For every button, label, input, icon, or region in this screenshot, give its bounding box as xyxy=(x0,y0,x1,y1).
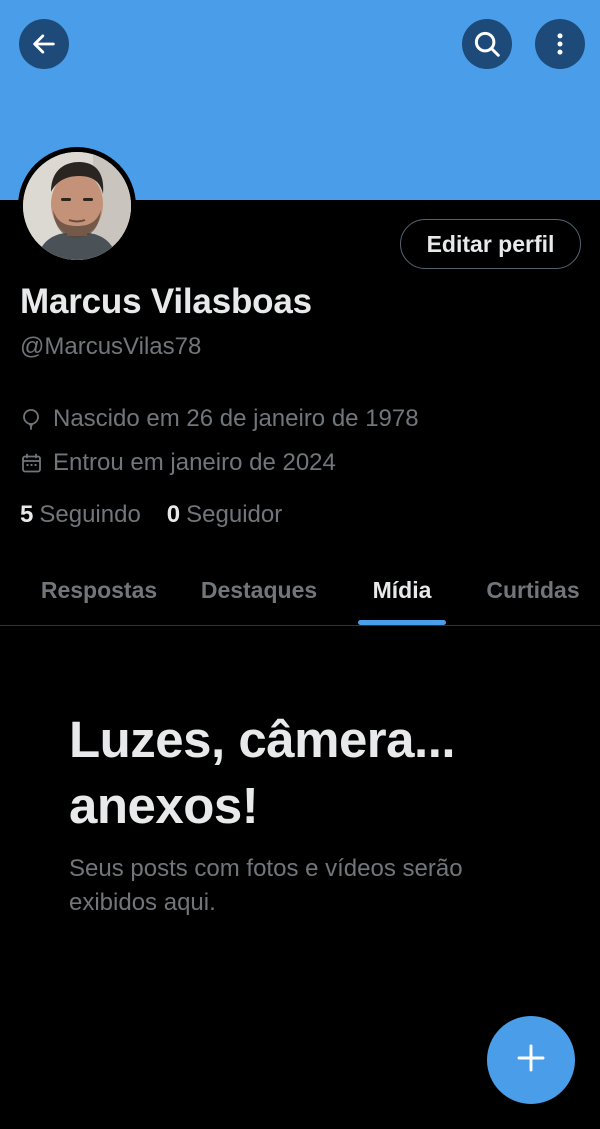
following-link[interactable]: 5 Seguindo xyxy=(20,501,141,529)
compose-post-button[interactable] xyxy=(487,1016,575,1104)
display-name: Marcus Vilasboas xyxy=(20,282,312,321)
tab-label: Destaques xyxy=(200,577,318,603)
avatar-image xyxy=(23,152,131,260)
edit-profile-button[interactable]: Editar perfil xyxy=(400,219,581,269)
empty-state-title: Luzes, câmera... anexos! xyxy=(69,711,456,834)
tab-label: Curtidas xyxy=(486,577,580,603)
following-count: 5 xyxy=(20,501,34,528)
follow-stats: 5 Seguindo 0 Seguidor xyxy=(20,501,282,529)
birth-date-text: Nascido em 26 de janeiro de 1978 xyxy=(53,405,419,432)
followers-count: 0 xyxy=(166,501,181,528)
birth-date-row: Nascido em 26 de janeiro de 1978 xyxy=(20,405,419,433)
more-options-button[interactable] xyxy=(535,19,585,69)
back-button[interactable] xyxy=(19,19,69,69)
arrow-left-icon xyxy=(30,30,58,58)
followers-link[interactable]: 0 Seguidor xyxy=(167,501,282,529)
tab-label: Mídia xyxy=(372,577,432,603)
calendar-icon xyxy=(20,452,42,474)
tab-respostas[interactable]: Respostas xyxy=(30,556,168,625)
tab-label: Respostas xyxy=(40,577,158,603)
active-tab-indicator xyxy=(358,620,446,625)
empty-state-subtitle: Seus posts com fotos e vídeos serão exib… xyxy=(69,855,463,916)
search-icon xyxy=(472,29,502,59)
avatar[interactable] xyxy=(18,147,136,265)
tab-curtidas[interactable]: Curtidas xyxy=(474,556,592,625)
tab-destaques[interactable]: Destaques xyxy=(190,556,328,625)
search-button[interactable] xyxy=(462,19,512,69)
profile-tabs: Respostas Destaques Mídia Curtidas xyxy=(0,556,600,626)
plus-icon xyxy=(515,1042,547,1079)
following-label: Seguindo xyxy=(39,501,141,528)
followers-label: Seguidor xyxy=(186,501,283,528)
more-vertical-icon xyxy=(547,31,573,57)
user-handle: @MarcusVilas78 xyxy=(20,333,202,360)
joined-date-row: Entrou em janeiro de 2024 xyxy=(20,449,336,477)
joined-date-text: Entrou em janeiro de 2024 xyxy=(53,449,336,476)
tab-midia[interactable]: Mídia xyxy=(358,556,446,625)
balloon-icon xyxy=(20,408,42,430)
